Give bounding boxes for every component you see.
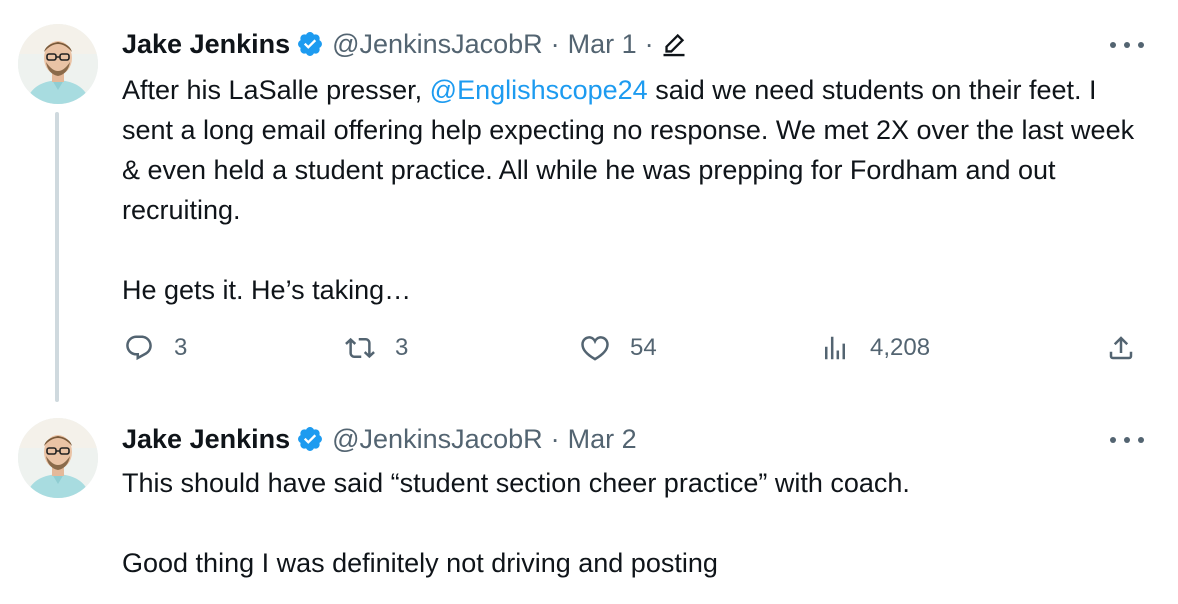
avatar[interactable] — [18, 418, 98, 498]
user-handle[interactable]: @JenkinsJacobR — [332, 424, 543, 455]
tweet-text: This should have said “student section c… — [122, 463, 1152, 583]
tweet-paragraph-1: This should have said “student section c… — [122, 468, 910, 498]
tweet-paragraph-2: He gets it. He’s taking… — [122, 275, 412, 305]
text-segment: After his LaSalle presser, — [122, 75, 430, 105]
edit-pencil-icon[interactable] — [660, 30, 688, 58]
avatar-photo — [18, 418, 98, 498]
like-count: 54 — [630, 334, 657, 361]
verified-badge-icon — [296, 30, 324, 58]
retweet-icon — [345, 337, 375, 359]
retweet-button[interactable]: 3 — [345, 333, 408, 363]
separator-dot: · — [550, 423, 560, 454]
user-handle[interactable]: @JenkinsJacobR — [332, 29, 543, 60]
tweet-text: After his LaSalle presser, @Englishscope… — [122, 70, 1152, 310]
tweet-header: Jake Jenkins @JenkinsJacobR · Mar 1 · — [122, 27, 688, 61]
reply-button[interactable]: 3 — [124, 333, 187, 363]
like-button[interactable]: 54 — [580, 333, 657, 363]
avatar[interactable] — [18, 24, 98, 104]
display-name[interactable]: Jake Jenkins — [122, 424, 290, 455]
views-button[interactable]: 4,208 — [820, 333, 930, 363]
heart-icon — [581, 336, 609, 361]
tweet-date[interactable]: Mar 2 — [568, 424, 637, 455]
tweet-header: Jake Jenkins @JenkinsJacobR · Mar 2 — [122, 422, 637, 456]
separator-dot: · — [644, 28, 654, 59]
share-icon — [1109, 336, 1133, 360]
verified-badge-icon — [296, 425, 324, 453]
reply-icon — [126, 335, 152, 361]
tweet-actions: 3 3 54 4,208 — [0, 333, 1178, 373]
tweet-paragraph-1: After his LaSalle presser, @Englishscope… — [122, 70, 1152, 230]
separator-dot: · — [550, 28, 560, 59]
more-options-icon[interactable] — [1110, 430, 1144, 450]
tweet-paragraph-2: Good thing I was definitely not driving … — [122, 548, 718, 578]
views-chart-icon — [825, 336, 845, 360]
mention-link[interactable]: @Englishscope24 — [430, 75, 648, 105]
tweet-date[interactable]: Mar 1 — [568, 29, 637, 60]
views-count: 4,208 — [870, 334, 931, 361]
more-options-icon[interactable] — [1110, 35, 1144, 55]
display-name[interactable]: Jake Jenkins — [122, 29, 290, 60]
avatar-photo — [18, 24, 98, 104]
share-button[interactable] — [1106, 333, 1136, 363]
reply-count: 3 — [174, 334, 188, 361]
retweet-count: 3 — [395, 334, 409, 361]
